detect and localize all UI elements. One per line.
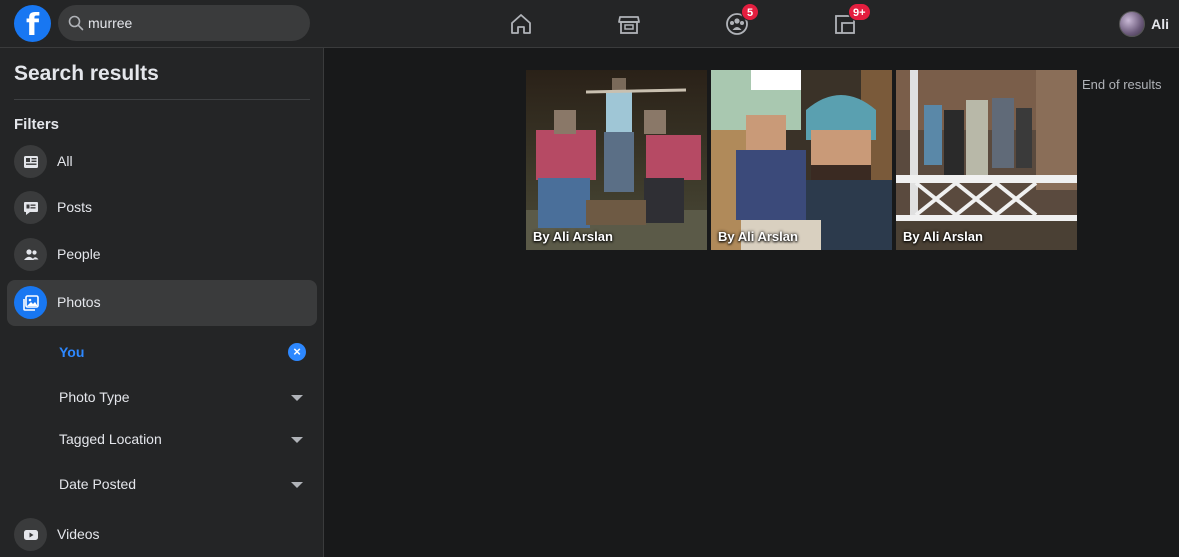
top-bar: f 5 9+ Ali [0, 0, 1179, 48]
marketplace-icon [618, 16, 640, 34]
filter-you[interactable]: You × [59, 337, 309, 367]
sidebar: Search results Filters All Posts People … [0, 48, 324, 557]
sidebar-item-label: Posts [57, 199, 93, 215]
video-icon [23, 529, 38, 540]
sidebar-item-label: Videos [57, 526, 100, 542]
sidebar-item-videos[interactable]: Videos [7, 512, 317, 557]
photo-result[interactable]: By Ali Arslan [711, 70, 892, 250]
home-icon [511, 14, 531, 34]
photo-result[interactable]: By Ali Arslan [896, 70, 1077, 250]
sidebar-item-photos[interactable]: Photos [7, 280, 317, 326]
filter-tagged-location-label: Tagged Location [59, 431, 162, 447]
photo-caption: By Ali Arslan [903, 229, 983, 244]
page-title: Search results [14, 62, 159, 85]
avatar [1119, 11, 1146, 37]
photo-thumbnail [896, 70, 1077, 250]
nav-gaming[interactable]: 9+ [829, 3, 871, 40]
sidebar-item-posts[interactable]: Posts [7, 185, 317, 231]
sidebar-item-all[interactable]: All [7, 139, 317, 185]
end-of-results: End of results [1082, 77, 1162, 92]
photo-caption: By Ali Arslan [533, 229, 613, 244]
facebook-logo-icon[interactable]: f [14, 5, 51, 42]
search-box[interactable] [58, 5, 310, 41]
photo-thumbnail [526, 70, 707, 250]
search-input[interactable] [88, 5, 298, 41]
profile-name: Ali [1151, 16, 1169, 32]
photos-icon [22, 294, 39, 311]
groups-badge: 5 [741, 3, 759, 21]
photo-thumbnail [711, 70, 892, 250]
people-icon [23, 248, 38, 260]
photo-caption: By Ali Arslan [718, 229, 798, 244]
posts-icon [23, 201, 38, 215]
search-icon [68, 15, 84, 31]
filter-photo-type-label: Photo Type [59, 389, 130, 405]
newspaper-icon [23, 155, 38, 168]
nav-groups[interactable]: 5 [721, 3, 759, 40]
filter-date-posted[interactable]: Date Posted [59, 469, 309, 499]
clear-filter-icon[interactable]: × [288, 343, 306, 361]
filters-heading: Filters [14, 116, 60, 133]
filter-photo-type[interactable]: Photo Type [59, 382, 309, 412]
filter-you-label: You [59, 344, 85, 360]
sidebar-item-label: People [57, 246, 101, 262]
sidebar-item-people[interactable]: People [7, 232, 317, 278]
photo-result[interactable]: By Ali Arslan [526, 70, 707, 250]
nav-home[interactable] [505, 8, 537, 40]
gaming-badge: 9+ [848, 3, 871, 21]
sidebar-item-label: All [57, 153, 73, 169]
chevron-down-icon [291, 395, 303, 401]
filter-date-posted-label: Date Posted [59, 476, 137, 492]
nav-marketplace[interactable] [613, 8, 645, 40]
sidebar-item-label: Photos [57, 294, 101, 310]
chevron-down-icon [291, 482, 303, 488]
photo-results-grid: By Ali Arslan By Ali Arslan By Ali Arsla… [526, 70, 1077, 250]
chevron-down-icon [291, 437, 303, 443]
filter-tagged-location[interactable]: Tagged Location [59, 424, 309, 454]
divider [14, 99, 310, 100]
profile-button[interactable]: Ali [1119, 11, 1169, 37]
